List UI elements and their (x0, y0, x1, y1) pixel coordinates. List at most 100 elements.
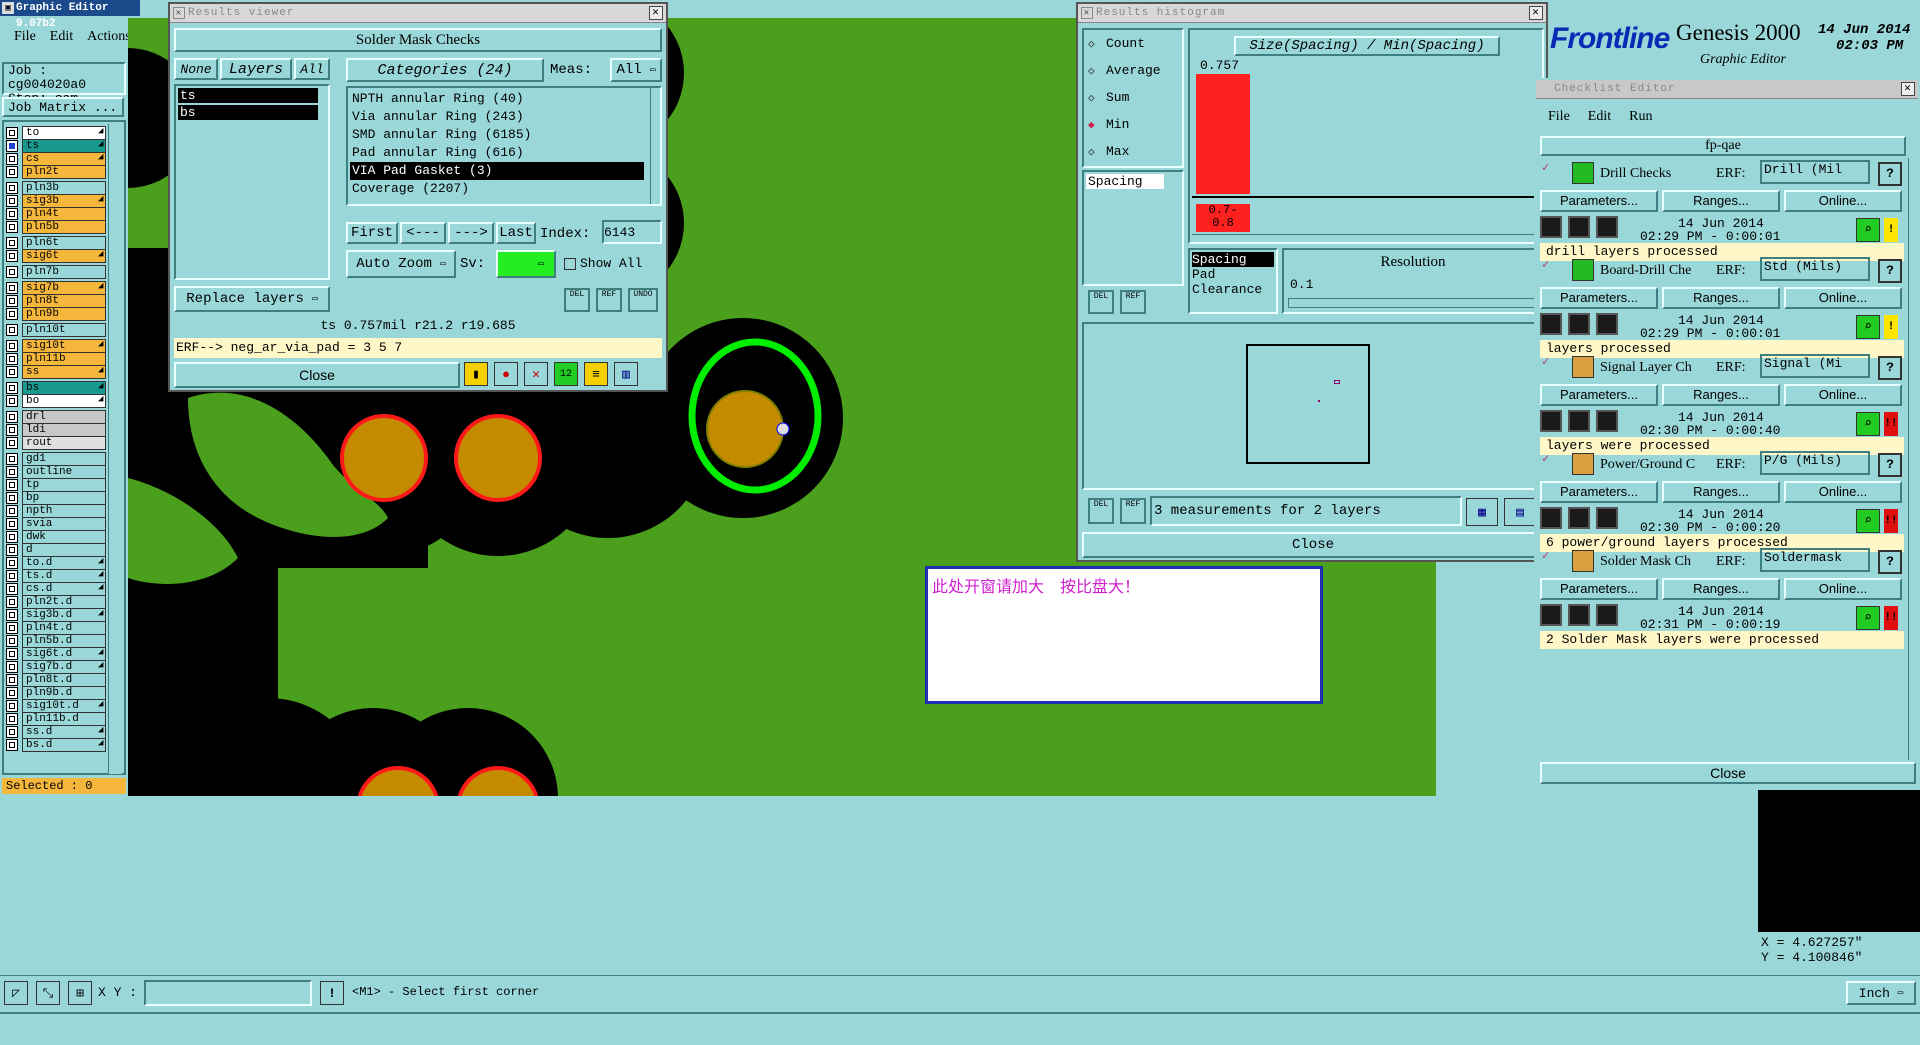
checklist-close-button[interactable]: Close (1540, 762, 1916, 784)
layer-name[interactable]: sig7b (22, 281, 106, 295)
zoom-icon[interactable]: ⌕ (1856, 315, 1880, 339)
layer-checkbox[interactable] (6, 250, 18, 262)
layer-name[interactable]: gd1 (22, 452, 106, 466)
category-item[interactable]: NPTH annular Ring (40) (350, 90, 644, 108)
prev-button[interactable]: <--- (400, 222, 446, 244)
stop-icon[interactable] (1596, 604, 1618, 626)
layer-name[interactable]: to.d (22, 556, 106, 570)
erf-field[interactable]: Signal (Mi (1760, 354, 1870, 378)
layer-name[interactable]: pln2t.d (22, 595, 106, 609)
parameters-button[interactable]: Parameters... (1540, 578, 1658, 600)
layer-checkbox[interactable] (6, 661, 18, 673)
erf-field[interactable]: Std (Mils) (1760, 257, 1870, 281)
layer-checkbox[interactable] (6, 153, 18, 165)
results-icon[interactable] (1568, 313, 1590, 335)
layer-checkbox[interactable] (6, 687, 18, 699)
next-button[interactable]: ---> (448, 222, 494, 244)
layer-checkbox[interactable] (6, 648, 18, 660)
layer-name[interactable]: sig6t (22, 249, 106, 263)
list-icon[interactable]: ≡ (584, 362, 608, 386)
menu-actions[interactable]: Actions (87, 29, 131, 45)
layer-name[interactable]: drl (22, 410, 106, 424)
checklist-menu-run[interactable]: Run (1629, 109, 1652, 125)
results-icon[interactable] (1568, 604, 1590, 626)
histogram-icon[interactable]: ▥ (614, 362, 638, 386)
layer-row-pln9b[interactable]: pln9b (6, 307, 106, 321)
layer-row-gd1[interactable]: gd1 (6, 452, 106, 466)
measure-tool-icon[interactable]: ⤡ (36, 981, 60, 1005)
category-item[interactable]: Via annular Ring (243) (350, 108, 644, 126)
layer-name[interactable]: pln4t.d (22, 621, 106, 635)
layer-checkbox[interactable] (6, 531, 18, 543)
xy-input[interactable] (144, 980, 312, 1006)
rv-icon-undo[interactable]: UNDO (628, 288, 658, 312)
hist-icon-del-2[interactable]: DEL (1088, 498, 1114, 524)
layer-name[interactable]: pln6t (22, 236, 106, 250)
run-icon[interactable] (1540, 313, 1562, 335)
layer-name[interactable]: ts (22, 139, 106, 153)
result-layer-item[interactable]: ts (178, 88, 318, 103)
layer-checkbox[interactable] (6, 466, 18, 478)
left-list-item[interactable]: Spacing (1086, 174, 1164, 189)
layer-row-pln5b[interactable]: pln5b (6, 220, 106, 234)
first-button[interactable]: First (346, 222, 398, 244)
check-mark-icon[interactable]: ✓ (1542, 160, 1549, 175)
layer-name[interactable]: ss (22, 365, 106, 379)
online-button[interactable]: Online... (1784, 481, 1902, 503)
export-icon[interactable]: ▦ (1466, 498, 1498, 526)
result-layer-item[interactable]: bs (178, 105, 318, 120)
layer-name[interactable]: pln5b (22, 220, 106, 234)
layer-checkbox[interactable] (6, 544, 18, 556)
layer-row-tp[interactable]: tp (6, 478, 106, 492)
layer-name[interactable]: pln10t (22, 323, 106, 337)
rv-icon-ref[interactable]: REF (596, 288, 622, 312)
layer-name[interactable]: ss.d (22, 725, 106, 739)
category-item[interactable]: Pad annular Ring (616) (350, 144, 644, 162)
meas-select[interactable]: All ▭ (610, 58, 662, 82)
layer-row-bp[interactable]: bp (6, 491, 106, 505)
size-type-pad[interactable]: Pad (1192, 267, 1274, 282)
layer-checkbox[interactable] (6, 308, 18, 320)
layer-name[interactable]: pln8t (22, 294, 106, 308)
layer-row-pln3b[interactable]: pln3b (6, 181, 106, 195)
layer-row-sig7b-d[interactable]: sig7b.d ◢ (6, 660, 106, 674)
erf-field[interactable]: Soldermask (1760, 548, 1870, 572)
category-item[interactable]: VIA Pad Gasket (3) (350, 162, 644, 180)
size-type-spacing[interactable]: Spacing (1192, 252, 1274, 267)
ranges-button[interactable]: Ranges... (1662, 578, 1780, 600)
help-icon[interactable]: ? (1878, 453, 1902, 477)
layer-row-to[interactable]: to ◢ (6, 126, 106, 140)
stop-icon[interactable] (1596, 507, 1618, 529)
hist-icon-ref[interactable]: REF (1120, 290, 1146, 314)
parameters-button[interactable]: Parameters... (1540, 384, 1658, 406)
layer-name[interactable]: pln11b.d (22, 712, 106, 726)
hist-icon-ref-2[interactable]: REF (1120, 498, 1146, 524)
zoom-icon[interactable]: ⌕ (1856, 606, 1880, 630)
help-icon[interactable]: ? (1878, 550, 1902, 574)
zoom-icon[interactable]: ⌕ (1856, 509, 1880, 533)
layer-row-pln2t-d[interactable]: pln2t.d (6, 595, 106, 609)
zoom-icon[interactable]: ⌕ (1856, 412, 1880, 436)
layer-row-pln8t-d[interactable]: pln8t.d (6, 673, 106, 687)
layer-name[interactable]: cs (22, 152, 106, 166)
checklist-menu-edit[interactable]: Edit (1588, 109, 1611, 125)
layer-row-rout[interactable]: rout (6, 436, 106, 450)
all-button[interactable]: All (294, 58, 330, 80)
last-button[interactable]: Last (496, 222, 536, 244)
layer-checkbox[interactable] (6, 700, 18, 712)
layer-checkbox[interactable] (6, 295, 18, 307)
check-mark-icon[interactable]: ✓ (1542, 257, 1549, 272)
layer-name[interactable]: pln4t (22, 207, 106, 221)
menu-file[interactable]: File (14, 29, 36, 45)
ranges-button[interactable]: Ranges... (1662, 384, 1780, 406)
online-button[interactable]: Online... (1784, 190, 1902, 212)
layer-row-svia[interactable]: svia (6, 517, 106, 531)
index-input[interactable] (602, 220, 662, 244)
layer-row-pln11b[interactable]: pln11b (6, 352, 106, 366)
layer-name[interactable]: bs (22, 381, 106, 395)
layer-checkbox[interactable] (6, 382, 18, 394)
layer-row-cs[interactable]: cs ◢ (6, 152, 106, 166)
layer-row-bo[interactable]: bo ◢ (6, 394, 106, 408)
layer-row-pln4t[interactable]: pln4t (6, 207, 106, 221)
resolution-slider[interactable] (1288, 298, 1538, 308)
